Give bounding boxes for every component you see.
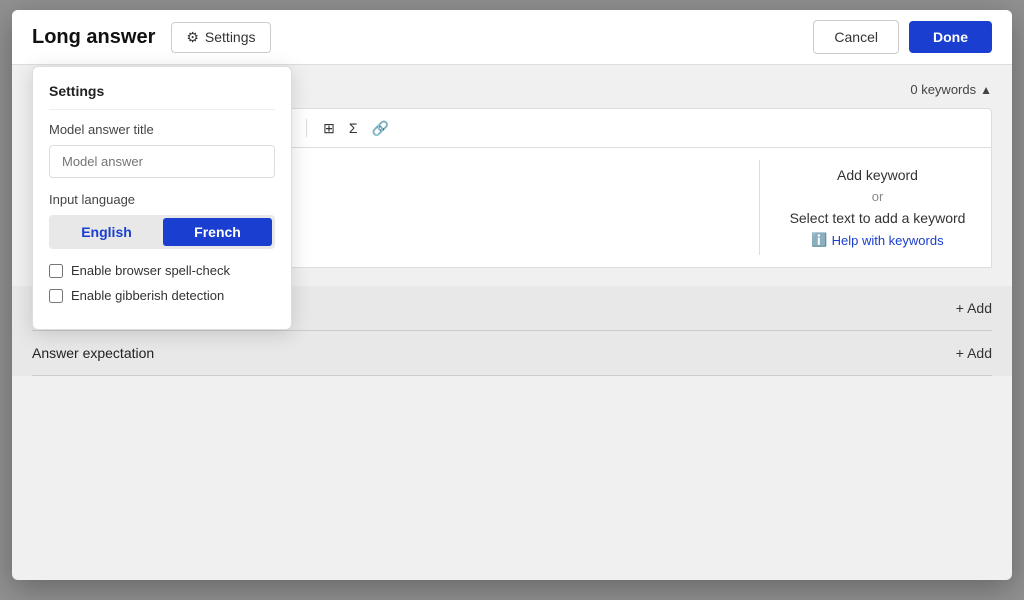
info-icon: ℹ️: [811, 232, 827, 248]
or-text: or: [872, 189, 884, 204]
gibberish-detection-label: Enable gibberish detection: [71, 288, 224, 303]
select-keyword-text: Select text to add a keyword: [790, 210, 966, 226]
keywords-count: 0 keywords: [910, 82, 976, 97]
answer-expectation-row: Answer expectation + Add: [32, 331, 992, 376]
spell-check-row: Enable browser spell-check: [49, 263, 275, 278]
model-answer-title-input[interactable]: [49, 145, 275, 178]
modal: Long answer ⚙ Settings Cancel Done Setti…: [12, 10, 1012, 580]
dropdown-title: Settings: [49, 83, 275, 110]
french-button[interactable]: French: [163, 218, 272, 246]
english-button[interactable]: English: [52, 218, 161, 246]
toolbar-divider-3: [306, 119, 307, 137]
model-answer-title-label: Model answer title: [49, 122, 275, 137]
language-toggle: English French: [49, 215, 275, 249]
link-button[interactable]: 🔗: [366, 116, 395, 141]
add-keyword-text: Add keyword: [837, 167, 918, 183]
modal-overlay: Long answer ⚙ Settings Cancel Done Setti…: [0, 0, 1024, 600]
settings-tab-button[interactable]: ⚙ Settings: [171, 22, 270, 53]
insert-group: ⊞ Σ 🔗: [317, 116, 395, 141]
settings-tab-label: Settings: [205, 29, 256, 45]
editor-right: Add keyword or Select text to add a keyw…: [759, 160, 979, 255]
prompt-text-add-button[interactable]: + Add: [956, 300, 992, 316]
keywords-badge[interactable]: 0 keywords ▲: [910, 82, 992, 97]
spell-check-checkbox[interactable]: [49, 264, 63, 278]
answer-expectation-add-button[interactable]: + Add: [956, 345, 992, 361]
done-button[interactable]: Done: [909, 21, 992, 53]
modal-header: Long answer ⚙ Settings Cancel Done: [12, 10, 1012, 65]
header-right: Cancel Done: [813, 20, 992, 54]
answer-expectation-label: Answer expectation: [32, 345, 154, 361]
modal-title: Long answer: [32, 26, 155, 49]
table-button[interactable]: ⊞: [317, 116, 341, 141]
help-keywords-link[interactable]: ℹ️ Help with keywords: [811, 232, 943, 248]
cancel-button[interactable]: Cancel: [813, 20, 899, 54]
gibberish-detection-checkbox[interactable]: [49, 289, 63, 303]
help-link-text: Help with keywords: [832, 233, 944, 248]
settings-dropdown: Settings Model answer title Input langua…: [32, 66, 292, 330]
gear-icon: ⚙: [186, 29, 199, 46]
gibberish-detection-row: Enable gibberish detection: [49, 288, 275, 303]
chevron-up-icon: ▲: [980, 83, 992, 97]
spell-check-label: Enable browser spell-check: [71, 263, 230, 278]
input-language-label: Input language: [49, 192, 275, 207]
header-left: Long answer ⚙ Settings: [32, 22, 271, 53]
sigma-button[interactable]: Σ: [343, 116, 364, 140]
